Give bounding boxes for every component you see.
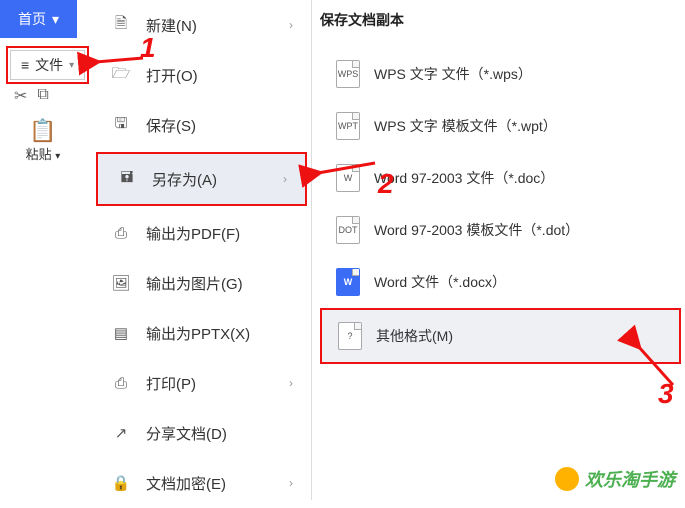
lock-icon: 🔒	[110, 472, 132, 494]
tab-home-label: 首页	[18, 9, 46, 29]
arrow-1	[88, 48, 148, 73]
format-wps[interactable]: WPS WPS 文字 文件（*.wps）	[320, 48, 685, 100]
arrow-2	[310, 155, 380, 190]
menu-share[interactable]: ↗ 分享文档(D)	[92, 408, 311, 458]
menu-label: 保存(S)	[146, 115, 196, 136]
other-file-icon: ?	[338, 322, 362, 350]
wpt-file-icon: WPT	[336, 112, 360, 140]
watermark-text: 欢乐淘手游	[585, 466, 675, 492]
watermark: 欢乐淘手游	[555, 466, 675, 492]
format-label: Word 97-2003 模板文件（*.dot）	[374, 220, 579, 240]
save-as-icon: 🖬	[116, 168, 138, 190]
format-label: 其他格式(M)	[376, 326, 453, 346]
panel-title: 保存文档副本	[320, 10, 685, 30]
wps-file-icon: WPS	[336, 60, 360, 88]
menu-export-image[interactable]: 🖼 输出为图片(G)	[92, 258, 311, 308]
menu-label: 文档加密(E)	[146, 473, 226, 494]
menu-export-pdf[interactable]: ⎙ 输出为PDF(F)	[92, 208, 311, 258]
menu-save-as[interactable]: 🖬 另存为(A) ›	[96, 152, 307, 206]
format-painter-icon[interactable]: ✂	[14, 86, 27, 106]
clipboard-icon: 📋	[8, 118, 78, 144]
chevron-right-icon: ›	[289, 476, 293, 490]
format-label: Word 文件（*.docx）	[374, 272, 506, 292]
format-label: WPS 文字 模板文件（*.wpt）	[374, 116, 557, 136]
format-label: WPS 文字 文件（*.wps）	[374, 64, 532, 84]
menu-label: 打印(P)	[146, 373, 196, 394]
menu-encrypt[interactable]: 🔒 文档加密(E) ›	[92, 458, 311, 508]
format-docx[interactable]: W Word 文件（*.docx）	[320, 256, 685, 308]
chevron-down-icon: ▾	[55, 151, 60, 162]
chevron-right-icon: ›	[289, 376, 293, 390]
menu-label: 打开(O)	[146, 65, 198, 86]
menu-label: 分享文档(D)	[146, 423, 227, 444]
copy-icon[interactable]: ⧉	[37, 86, 48, 106]
pptx-icon: ▤	[110, 322, 132, 344]
tab-file-label: 文件	[35, 55, 63, 75]
save-icon: 🖫	[110, 114, 132, 136]
tab-home[interactable]: 首页 ▾	[0, 0, 77, 38]
dot-file-icon: DOT	[336, 216, 360, 244]
chevron-down-icon: ▾	[69, 60, 74, 71]
chevron-down-icon: ▾	[52, 11, 59, 28]
menu-label: 另存为(A)	[152, 169, 217, 190]
chevron-right-icon: ›	[283, 172, 287, 186]
menu-export-pptx[interactable]: ▤ 输出为PPTX(X)	[92, 308, 311, 358]
print-icon: ⎙	[110, 372, 132, 394]
annotation-3: 3	[658, 378, 674, 410]
pdf-icon: ⎙	[110, 222, 132, 244]
format-other[interactable]: ? 其他格式(M)	[320, 308, 681, 364]
menu-save[interactable]: 🖫 保存(S)	[92, 100, 311, 150]
format-wpt[interactable]: WPT WPS 文字 模板文件（*.wpt）	[320, 100, 685, 152]
image-icon: 🖼	[110, 272, 132, 294]
menu-label: 输出为PDF(F)	[146, 223, 240, 244]
paste-button[interactable]: 📋 粘贴 ▾	[8, 118, 78, 163]
menu-new[interactable]: 🗎 新建(N) ›	[92, 0, 311, 50]
format-dot[interactable]: DOT Word 97-2003 模板文件（*.dot）	[320, 204, 685, 256]
arrow-3	[628, 340, 685, 395]
menu-label: 输出为图片(G)	[146, 273, 243, 294]
menu-icon: ≡	[21, 57, 29, 73]
paste-label: 粘贴	[26, 147, 52, 162]
annotation-2: 2	[378, 168, 394, 200]
new-doc-icon: 🗎	[110, 14, 132, 36]
file-menu: 🗎 新建(N) › 🗁 打开(O) 🖫 保存(S) 🖬 另存为(A) › ⎙ 输…	[92, 0, 312, 500]
menu-label: 输出为PPTX(X)	[146, 323, 250, 344]
chevron-right-icon: ›	[289, 18, 293, 32]
share-icon: ↗	[110, 422, 132, 444]
format-label: Word 97-2003 文件（*.doc）	[374, 168, 554, 188]
menu-print[interactable]: ⎙ 打印(P) ›	[92, 358, 311, 408]
tab-file[interactable]: ≡ 文件 ▾	[10, 50, 85, 80]
smiley-icon	[555, 467, 579, 491]
docx-file-icon: W	[336, 268, 360, 296]
left-toolbar: ✂ ⧉ 📋 粘贴 ▾	[8, 82, 78, 163]
